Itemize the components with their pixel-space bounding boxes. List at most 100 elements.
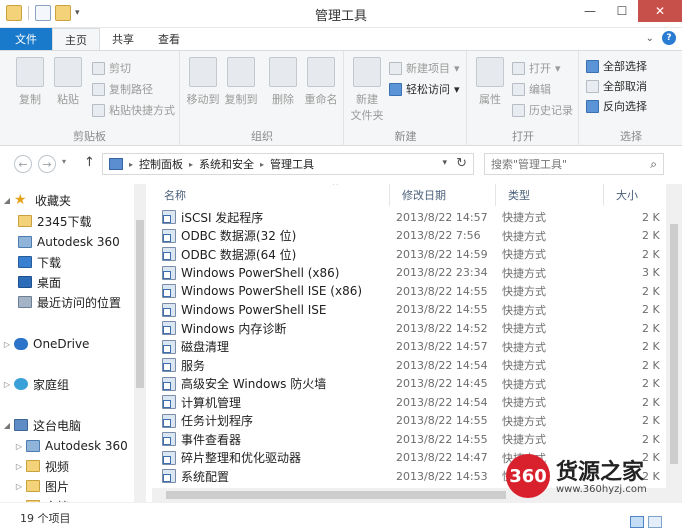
- column-header-type[interactable]: 类型: [496, 184, 604, 206]
- nav-fav-item[interactable]: 最近访问的位置: [0, 292, 134, 312]
- nav-fav-item[interactable]: 2345下载: [0, 211, 134, 231]
- tab-view[interactable]: 查看: [146, 28, 192, 50]
- new-item-button[interactable]: 新建项目 ▾: [389, 59, 460, 77]
- column-header-name[interactable]: ^ 名称: [152, 184, 390, 206]
- table-row[interactable]: 任务计划程序 2013/8/22 14:55 快捷方式 2 K: [152, 412, 682, 431]
- refresh-icon[interactable]: ↻: [456, 156, 467, 171]
- edit-button[interactable]: 编辑: [512, 80, 551, 98]
- chevron-right-icon[interactable]: ▸: [260, 160, 264, 169]
- breadcrumb-admin-tools[interactable]: 管理工具: [270, 156, 314, 172]
- history-button[interactable]: 历史记录: [512, 101, 573, 119]
- nav-pc-item[interactable]: ▷ 视频: [0, 456, 134, 476]
- chevron-right-icon[interactable]: ▸: [129, 160, 133, 169]
- table-row[interactable]: 服务 2013/8/22 14:54 快捷方式 2 K: [152, 356, 682, 375]
- nav-item-label: 这台电脑: [33, 418, 82, 433]
- breadcrumb-system-security[interactable]: 系统和安全: [199, 156, 254, 172]
- expand-icon[interactable]: ▷: [12, 442, 26, 451]
- table-row[interactable]: iSCSI 发起程序 2013/8/22 14:57 快捷方式 2 K: [152, 208, 682, 227]
- recent-locations-icon[interactable]: ▾: [62, 157, 66, 166]
- select-all-button[interactable]: 全部选择: [586, 57, 647, 75]
- expand-icon[interactable]: ▷: [12, 462, 26, 471]
- paste-shortcut-button[interactable]: 粘贴快捷方式: [92, 101, 175, 119]
- table-row[interactable]: ODBC 数据源(32 位) 2013/8/22 7:56 快捷方式 2 K: [152, 227, 682, 246]
- file-name-cell: Windows PowerShell ISE: [162, 301, 392, 319]
- up-button[interactable]: ↑: [84, 155, 95, 170]
- help-icon[interactable]: ?: [662, 31, 676, 45]
- folder-icon: [18, 215, 32, 227]
- table-row[interactable]: Windows PowerShell ISE 2013/8/22 14:55 快捷方…: [152, 301, 682, 320]
- nav-pc-item[interactable]: ▷ 图片: [0, 476, 134, 496]
- back-button[interactable]: ←: [14, 155, 32, 173]
- expand-icon[interactable]: ▷: [0, 340, 14, 349]
- move-to-label: 移动到: [186, 93, 220, 106]
- properties-button[interactable]: 属性: [470, 57, 510, 107]
- search-icon[interactable]: ⌕: [650, 157, 657, 172]
- copy-button[interactable]: 复制: [10, 57, 50, 107]
- nav-favorites-label: 收藏夹: [35, 193, 72, 208]
- minimize-button[interactable]: —: [574, 0, 606, 22]
- file-name: Windows PowerShell ISE: [181, 302, 327, 317]
- breadcrumb-control-panel[interactable]: 控制面板: [139, 156, 183, 172]
- expand-icon[interactable]: ▷: [12, 482, 26, 491]
- nav-scrollbar[interactable]: [134, 184, 146, 502]
- invert-selection-button[interactable]: 反向选择: [586, 97, 647, 115]
- copy-to-button[interactable]: 复制到: [221, 57, 261, 107]
- nav-onedrive[interactable]: ▷ OneDrive: [0, 334, 134, 354]
- open-button[interactable]: 打开 ▾: [512, 59, 561, 77]
- expand-ribbon-icon[interactable]: ⌄: [646, 33, 654, 44]
- table-row[interactable]: 高级安全 Windows 防火墙 2013/8/22 14:45 快捷方式 2 K: [152, 375, 682, 394]
- close-button[interactable]: ✕: [638, 0, 682, 22]
- tab-share[interactable]: 共享: [100, 28, 146, 50]
- copy-path-button[interactable]: 复制路径: [92, 80, 153, 98]
- scrollbar-thumb[interactable]: [166, 491, 506, 499]
- ribbon: 复制 粘贴 剪切 复制路径 粘贴快捷方式 剪贴板 移动到 复制到 删除 重命名 …: [0, 50, 682, 146]
- address-dropdown-icon[interactable]: ▾: [442, 158, 447, 168]
- table-row[interactable]: Windows PowerShell (x86) 2013/8/22 23:34 快…: [152, 264, 682, 283]
- select-none-icon: [586, 79, 599, 93]
- nav-pc-item[interactable]: ▷ Autodesk 360: [0, 436, 134, 456]
- tab-home[interactable]: 主页: [52, 28, 100, 50]
- move-to-icon: [189, 57, 217, 87]
- expand-icon[interactable]: ▷: [0, 380, 14, 389]
- cut-button[interactable]: 剪切: [92, 59, 131, 77]
- new-folder-button[interactable]: 新建 文件夹: [347, 57, 387, 123]
- select-all-icon: [586, 59, 599, 73]
- table-row[interactable]: 计算机管理 2013/8/22 14:54 快捷方式 2 K: [152, 393, 682, 412]
- paste-button[interactable]: 粘贴: [48, 57, 88, 107]
- move-to-button[interactable]: 移动到: [183, 57, 223, 107]
- nav-fav-item[interactable]: Autodesk 360: [0, 232, 134, 252]
- scrollbar-thumb[interactable]: [136, 220, 144, 388]
- rename-button[interactable]: 重命名: [301, 57, 341, 107]
- file-name: iSCSI 发起程序: [181, 210, 264, 225]
- table-row[interactable]: 磁盘清理 2013/8/22 14:57 快捷方式 2 K: [152, 338, 682, 357]
- table-row[interactable]: ODBC 数据源(64 位) 2013/8/22 14:59 快捷方式 2 K: [152, 245, 682, 264]
- tab-file[interactable]: 文件: [0, 28, 52, 50]
- list-vertical-scrollbar[interactable]: [666, 184, 682, 488]
- nav-this-pc[interactable]: ◢ 这台电脑: [0, 415, 134, 435]
- expand-icon[interactable]: ◢: [0, 196, 14, 205]
- large-icons-view-icon[interactable]: [648, 516, 662, 528]
- details-view-icon[interactable]: [630, 516, 644, 528]
- nav-homegroup[interactable]: ▷ 家庭组: [0, 374, 134, 394]
- chevron-right-icon[interactable]: ▸: [189, 160, 193, 169]
- nav-fav-item[interactable]: 下载: [0, 252, 134, 272]
- delete-button[interactable]: 删除: [263, 57, 303, 107]
- videos-icon: [26, 460, 40, 472]
- select-none-button[interactable]: 全部取消: [586, 77, 647, 95]
- watermark-url: www.360hyzj.com: [556, 484, 647, 495]
- forward-button[interactable]: →: [38, 155, 56, 173]
- column-header-date[interactable]: 修改日期: [390, 184, 496, 206]
- copy-to-label: 复制到: [224, 93, 258, 106]
- table-row[interactable]: 事件查看器 2013/8/22 14:55 快捷方式 2 K: [152, 430, 682, 449]
- easy-access-button[interactable]: 轻松访问 ▾: [389, 80, 460, 98]
- table-row[interactable]: Windows 内存诊断 2013/8/22 14:52 快捷方式 2 K: [152, 319, 682, 338]
- maximize-button[interactable]: ☐: [606, 0, 638, 22]
- file-date: 2013/8/22 14:45: [396, 377, 488, 390]
- nav-fav-item[interactable]: 桌面: [0, 272, 134, 292]
- table-row[interactable]: Windows PowerShell ISE (x86) 2013/8/22 14…: [152, 282, 682, 301]
- nav-favorites[interactable]: ◢ ★ 收藏夹: [0, 190, 134, 210]
- search-input[interactable]: 搜索"管理工具" ⌕: [484, 153, 664, 175]
- expand-icon[interactable]: ◢: [0, 421, 14, 430]
- address-bar[interactable]: ▸ 控制面板 ▸ 系统和安全 ▸ 管理工具 ▾ ↻: [102, 153, 474, 175]
- scrollbar-thumb[interactable]: [670, 224, 678, 464]
